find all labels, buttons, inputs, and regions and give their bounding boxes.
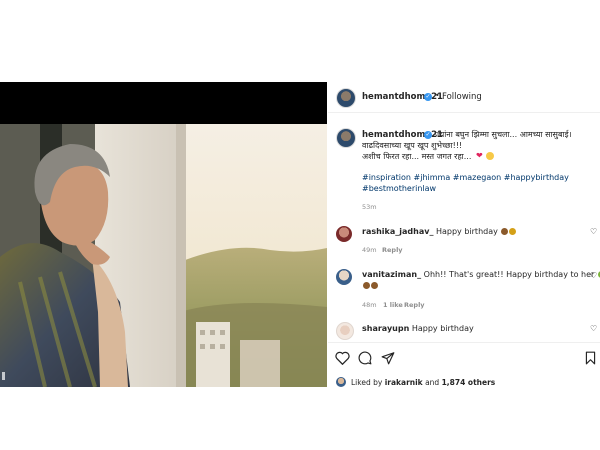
comment-body: Happy birthday	[435, 227, 498, 236]
following-button[interactable]: Following	[442, 92, 482, 102]
red-heart-emoji-icon: ❤	[476, 151, 483, 160]
likes-summary: Liked by irakarnik and 1,874 others	[351, 378, 495, 387]
comment-reply-button[interactable]: Reply	[382, 246, 403, 254]
bookmark-icon[interactable]	[585, 351, 596, 365]
likes-prefix: Liked by	[351, 378, 383, 387]
verified-badge-icon: ✓	[424, 93, 432, 101]
commenter-avatar[interactable]	[336, 322, 354, 340]
instagram-post: hemantdhome21 ✓ • Following hemantdhome2…	[0, 82, 600, 400]
comment-text: sharayupn Happy birthday	[362, 323, 474, 334]
comment-icon[interactable]	[358, 351, 372, 365]
caption-author-avatar[interactable]	[336, 128, 356, 148]
smiling-face-emoji-icon	[486, 152, 494, 160]
post-photo[interactable]	[0, 82, 327, 387]
comment-like-heart-icon[interactable]: ♡	[590, 227, 597, 236]
caption-line-1: ज्यांना बघुन झिम्मा सुचला... आमच्या सासु…	[435, 130, 572, 139]
cake-emoji-icon	[371, 282, 378, 289]
commenter-avatar[interactable]	[336, 269, 352, 285]
author-avatar[interactable]	[336, 88, 356, 108]
post-header: hemantdhome21 ✓ • Following	[328, 82, 600, 113]
verified-badge-icon: ✓	[424, 131, 432, 139]
comment-text: rashika_jadhav_ Happy birthday	[362, 226, 517, 237]
post-actions-bar: Liked by irakarnik and 1,874 others	[328, 342, 600, 388]
caption-line-3: अशीच फिरत रहा... मस्त जगत रहा...	[362, 152, 472, 161]
likes-count[interactable]: 1,874 others	[442, 378, 496, 387]
commenter-avatar[interactable]	[336, 226, 352, 242]
party-popper-emoji-icon	[509, 228, 517, 235]
comment-timestamp: 48m	[362, 301, 377, 309]
comment-username[interactable]: vanitaziman_	[362, 270, 421, 279]
liker-avatar[interactable]	[336, 377, 346, 387]
liker-username[interactable]: irakarnik	[385, 378, 423, 387]
comment-likes-count[interactable]: 1 like	[383, 301, 403, 309]
comment-emoji-line	[362, 280, 378, 291]
comment-username[interactable]: sharayupn	[362, 324, 409, 333]
comment-like-heart-icon[interactable]: ♡	[590, 324, 597, 333]
likes-conjunction: and	[425, 378, 440, 387]
cake-emoji-icon	[363, 282, 370, 289]
caption-timestamp: 53m	[362, 203, 377, 211]
comment-body: Happy birthday	[411, 324, 474, 333]
heart-icon[interactable]	[335, 351, 350, 365]
header-separator: •	[435, 91, 440, 100]
comment-reply-button[interactable]: Reply	[404, 301, 425, 309]
caption-line-2: वाढदिवसाच्या खूप खूप शुभेच्छा!!!	[362, 141, 463, 150]
share-icon[interactable]	[381, 351, 395, 365]
comment-timestamp: 49m	[362, 246, 377, 254]
comment-like-heart-icon[interactable]: ♡	[590, 271, 597, 280]
comment-body: Ohh!! That's great!! Happy birthday to h…	[423, 270, 595, 279]
cake-emoji-icon	[501, 228, 509, 235]
comment-username[interactable]: rashika_jadhav_	[362, 227, 433, 236]
caption-hashtags-line-1[interactable]: #inspiration #jhimma #mazegaon #happybir…	[362, 172, 569, 183]
post-photo-illustration	[0, 82, 327, 387]
comment-text: vanitaziman_ Ohh!! That's great!! Happy …	[362, 269, 600, 280]
post-side-panel: hemantdhome21 ✓ • Following hemantdhome2…	[328, 82, 600, 387]
caption-hashtags-line-2[interactable]: #bestmotherinlaw	[362, 183, 436, 194]
